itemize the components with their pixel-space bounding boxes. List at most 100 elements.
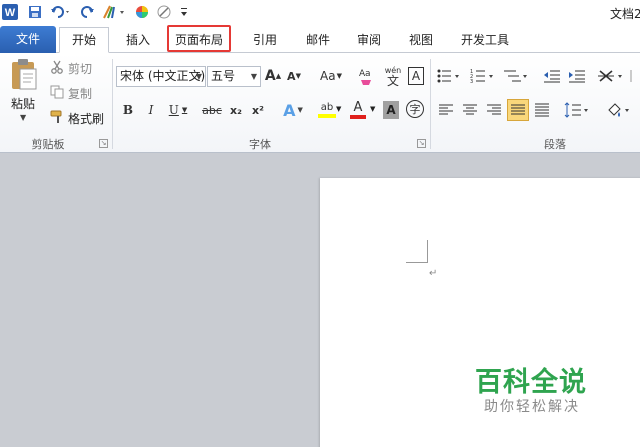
word-app-icon[interactable]: W: [2, 3, 18, 21]
shrink-font-icon[interactable]: A ▼: [287, 67, 301, 85]
distributed-icon[interactable]: [533, 101, 551, 119]
paste-dropdown-arrow[interactable]: ▼: [20, 113, 26, 122]
grow-font-glyph: A: [264, 68, 276, 84]
tab-file[interactable]: 文件: [0, 26, 56, 53]
customize-toolbar-icon[interactable]: [179, 3, 189, 21]
text-effects-glyph: A: [283, 100, 296, 120]
numbering-icon[interactable]: 123: [470, 67, 496, 85]
character-border-icon[interactable]: A: [408, 67, 424, 85]
increase-indent-icon[interactable]: [568, 67, 586, 85]
font-size-dropdown[interactable]: 五号 ▼: [207, 66, 261, 87]
ribbon-home: 粘贴 ▼ 剪切 复制 格式刷 剪贴板 ↘ 宋体 (中文正文) ▼ 五号 ▼ A ▲…: [0, 53, 640, 153]
cut-icon[interactable]: [50, 60, 64, 74]
superscript-glyph: x²: [252, 103, 264, 117]
align-left-icon[interactable]: [437, 101, 455, 119]
phonetic-guide-char: 文: [386, 74, 399, 88]
change-case-glyph: Aa: [320, 69, 336, 83]
change-case-icon[interactable]: Aa ▼: [318, 67, 344, 85]
phonetic-guide-icon[interactable]: wén 文: [382, 64, 404, 88]
line-spacing-icon[interactable]: [564, 101, 590, 119]
decrease-indent-icon[interactable]: [543, 67, 561, 85]
bullets-icon[interactable]: [436, 67, 462, 85]
font-dialog-launcher[interactable]: ↘: [417, 139, 426, 148]
tab-developer[interactable]: 开发工具: [452, 28, 518, 53]
font-color-glyph: A: [353, 100, 363, 115]
justify-icon[interactable]: [507, 99, 529, 121]
undo-icon[interactable]: [50, 3, 72, 21]
enclose-character-glyph: 字: [409, 103, 421, 116]
text-effects-button[interactable]: A ▼: [280, 99, 306, 121]
group-separator: [112, 59, 113, 149]
superscript-button[interactable]: x²: [249, 101, 267, 119]
format-painter-icon[interactable]: [50, 110, 66, 124]
ribbon-tab-row: 文件 开始 插入 页面布局 引用 邮件 审阅 视图 开发工具: [0, 24, 640, 53]
clipboard-dialog-launcher[interactable]: ↘: [99, 139, 108, 148]
highlight-annotation: [167, 25, 231, 52]
tab-review[interactable]: 审阅: [349, 28, 389, 53]
paragraph-group-label: 段落: [544, 138, 566, 151]
character-shading-button[interactable]: A: [383, 101, 399, 119]
color-wheel-icon[interactable]: [134, 3, 150, 21]
font-group-label: 字体: [249, 138, 271, 151]
redo-icon[interactable]: [80, 3, 96, 21]
highlight-dropdown-arrow[interactable]: ▼: [336, 105, 341, 113]
watermark-subtitle: 助你轻松解决: [484, 399, 580, 415]
tab-insert[interactable]: 插入: [117, 28, 159, 53]
clipboard-group-label: 剪贴板: [31, 138, 65, 151]
document-page[interactable]: [320, 178, 640, 447]
shrink-font-glyph: A: [287, 69, 296, 83]
tab-references[interactable]: 引用: [245, 28, 285, 53]
highlight-glyph: ab: [320, 102, 334, 113]
strikethrough-button[interactable]: abc: [200, 101, 224, 119]
window-title: 文档2: [610, 7, 640, 21]
chevron-down-icon: ▼: [195, 72, 202, 81]
multilevel-list-icon[interactable]: [504, 67, 530, 85]
svg-text:W: W: [5, 7, 16, 19]
subscript-glyph: x₂: [230, 103, 242, 117]
paragraph-mark-icon: ↵: [429, 268, 438, 279]
paste-icon[interactable]: [8, 57, 40, 91]
enclose-character-button[interactable]: 字: [406, 100, 424, 118]
font-color-bar: [350, 115, 366, 119]
align-center-icon[interactable]: [461, 101, 479, 119]
tab-mailings[interactable]: 邮件: [298, 28, 338, 53]
format-painter-label[interactable]: 格式刷: [68, 110, 104, 127]
text-boundary-corner: [406, 240, 428, 263]
font-name-dropdown[interactable]: 宋体 (中文正文) ▼: [116, 66, 206, 87]
copy-icon[interactable]: [50, 85, 64, 99]
tab-home[interactable]: 开始: [59, 27, 109, 53]
group-separator: [430, 59, 431, 149]
italic-glyph: I: [148, 103, 154, 117]
sort-icon[interactable]: [630, 67, 640, 85]
align-right-icon[interactable]: [485, 101, 503, 119]
font-color-button[interactable]: A: [347, 99, 369, 121]
tab-view[interactable]: 视图: [401, 28, 441, 53]
font-size-value: 五号: [211, 69, 236, 83]
italic-button[interactable]: I: [143, 101, 159, 119]
font-name-value: 宋体 (中文正文): [120, 69, 206, 83]
character-border-glyph: A: [411, 69, 421, 83]
grow-font-icon[interactable]: A ▲: [265, 67, 281, 85]
clear-formatting-icon[interactable]: Aa: [358, 65, 376, 87]
shading-icon[interactable]: [605, 99, 631, 121]
svg-text:a: a: [365, 69, 371, 79]
title-bar: W 文档2: [0, 0, 640, 24]
copy-label[interactable]: 复制: [68, 85, 92, 102]
brush-icon[interactable]: [102, 3, 126, 21]
font-color-dropdown-arrow[interactable]: ▼: [370, 105, 375, 113]
bold-button[interactable]: B: [120, 101, 136, 119]
paste-button-label[interactable]: 粘贴: [11, 95, 35, 112]
edit-icon[interactable]: [156, 3, 172, 21]
save-icon[interactable]: [27, 3, 43, 21]
chevron-down-icon: ▼: [250, 72, 257, 81]
cut-label[interactable]: 剪切: [68, 60, 92, 77]
chinese-layout-icon[interactable]: [598, 67, 626, 85]
subscript-button[interactable]: x₂: [227, 101, 245, 119]
character-shading-glyph: A: [386, 103, 396, 117]
bold-glyph: B: [122, 103, 134, 117]
strikethrough-glyph: abc: [202, 103, 222, 117]
highlight-color-bar: [318, 114, 336, 118]
underline-glyph: U: [168, 103, 179, 117]
watermark-title: 百科全说: [475, 367, 587, 398]
underline-button[interactable]: U ▼: [166, 101, 190, 119]
